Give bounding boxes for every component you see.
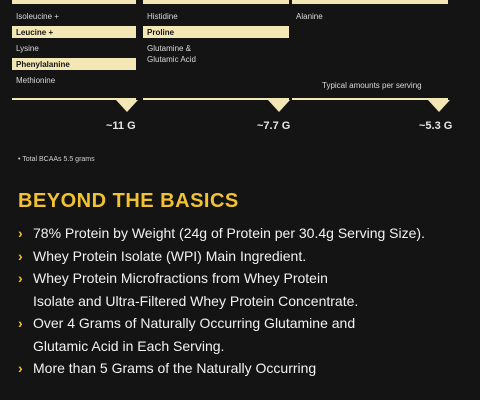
feature-text: More than 5 Grams of the Naturally Occur…: [33, 360, 317, 376]
amino-label: Lysine: [16, 44, 39, 53]
feature-text: Over 4 Grams of Naturally Occurring Glut…: [33, 315, 356, 354]
amino-label: Leucine +: [12, 26, 136, 38]
amino-label: Phenylalanine: [12, 58, 136, 70]
feature-text: 78% Protein by Weight (24g of Protein pe…: [33, 225, 425, 241]
bracket-line-3: [292, 98, 448, 100]
cutoff-chip-1: [12, 0, 136, 4]
chevron-right-icon: ›: [18, 270, 23, 286]
feature-text: Whey Protein Microfractions from Whey Pr…: [33, 270, 359, 309]
feature-item: › 78% Protein by Weight (24g of Protein p…: [18, 222, 478, 245]
chevron-right-icon: ›: [18, 360, 23, 376]
section-title: BEYOND THE BASICS: [18, 190, 239, 212]
pointer-triangle-3: [428, 100, 450, 112]
chevron-right-icon: ›: [18, 247, 23, 264]
feature-item: › More than 5 Grams of the Naturally Occu…: [18, 357, 478, 380]
feature-list: › 78% Protein by Weight (24g of Protein p…: [18, 222, 478, 380]
amino-label: Histidine: [147, 12, 178, 21]
pointer-triangle-2: [268, 100, 290, 112]
amount-value: ~7.7 G: [257, 120, 291, 132]
amino-label: Proline: [143, 26, 289, 38]
cutoff-chip-2: [143, 0, 289, 4]
chevron-right-icon: ›: [18, 225, 23, 241]
feature-text: Whey Protein Isolate (WPI) Main Ingredie…: [33, 247, 307, 264]
amount-value: ~5.3 G: [419, 120, 453, 132]
typical-amounts-label: Typical amounts per serving: [322, 81, 422, 90]
amino-label: Methionine: [16, 76, 56, 85]
amino-column-1: Isoleucine + Leucine + Lysine Phenylalan…: [12, 10, 136, 90]
amino-label: Isoleucine +: [16, 12, 59, 21]
amino-label: Alanine: [296, 12, 323, 21]
amino-label: Glutamine & Glutamic Acid: [147, 44, 196, 64]
chevron-right-icon: ›: [18, 315, 23, 331]
amount-value: ~11 G: [106, 120, 136, 132]
feature-item: › Over 4 Grams of Naturally Occurring Glu…: [18, 312, 478, 357]
cutoff-chip-3: [292, 0, 448, 4]
nutrition-panel: Isoleucine + Leucine + Lysine Phenylalan…: [0, 0, 480, 400]
amino-column-3: Alanine: [292, 10, 448, 26]
bcaa-footnote: • Total BCAAs 5.5 grams: [18, 156, 95, 163]
pointer-triangle-1: [116, 100, 138, 112]
amino-column-2: Histidine Proline Glutamine & Glutamic A…: [143, 10, 289, 70]
feature-item: › Whey Protein Isolate (WPI) Main Ingredi…: [18, 245, 478, 268]
feature-item: › Whey Protein Microfractions from Whey P…: [18, 267, 478, 312]
